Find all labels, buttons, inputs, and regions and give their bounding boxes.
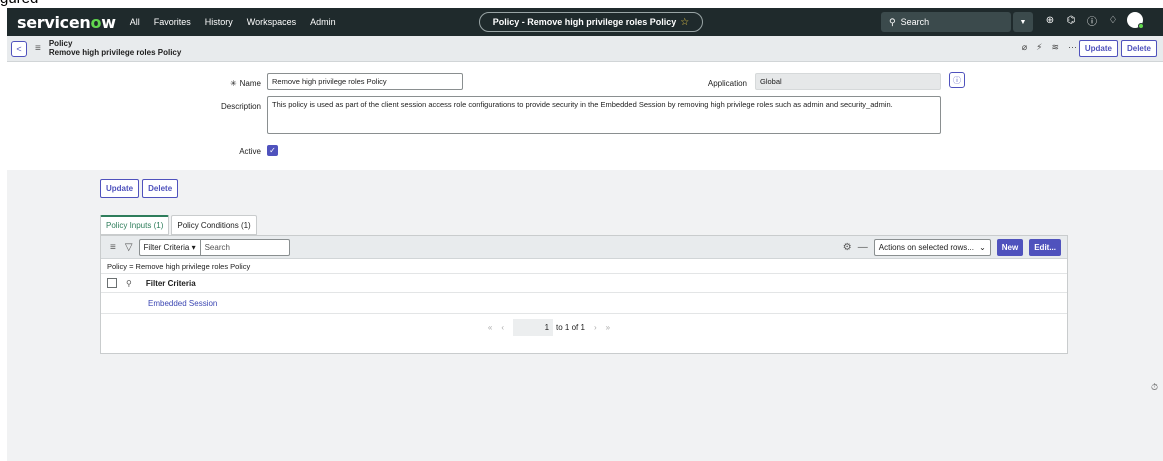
context-menu-icon[interactable]: ≡ (35, 43, 41, 54)
column-header-row: ⚲ Filter Criteria (101, 274, 1067, 293)
header-delete-button[interactable]: Delete (1120, 40, 1157, 57)
table-row: Embedded Session (101, 293, 1067, 314)
nav-links: All Favorites History Workspaces Admin (130, 17, 350, 27)
record-title: Remove high privilege roles Policy (48, 47, 182, 57)
list-breadcrumb[interactable]: Policy = Remove high privilege roles Pol… (101, 259, 1067, 274)
select-all-checkbox[interactable] (107, 278, 117, 288)
active-checkbox[interactable]: ✓ (267, 145, 278, 156)
header-icons: ⌀ ⚡ ≋ ··· (1022, 42, 1077, 53)
search-icon[interactable]: ⚲ (126, 279, 132, 288)
presence-dot (1138, 23, 1144, 29)
globe-icon[interactable]: ⊕ (1043, 15, 1057, 26)
form-header: < ≡ Policy Remove high privilege roles P… (7, 36, 1163, 62)
description-field[interactable]: This policy is used as part of the clien… (267, 96, 941, 134)
activity-icon[interactable]: ⚡ (1036, 42, 1042, 53)
chat-icon[interactable]: ⌬ (1064, 15, 1078, 26)
related-list-panel: ≡ ▽ Filter Criteria ▾ Search ⚙ — Actions… (100, 235, 1068, 354)
list-search-input[interactable]: Search (200, 238, 290, 256)
form-bottom-buttons: Update Delete (100, 179, 179, 198)
chevron-down-icon: ▾ (191, 242, 196, 252)
edit-button[interactable]: Edit... (1029, 239, 1061, 256)
cropped-top-text: gured (0, 0, 60, 8)
nav-link-favorites[interactable]: Favorites (154, 17, 191, 27)
row-link[interactable]: Embedded Session (148, 299, 217, 308)
gear-icon[interactable]: ⚙ (843, 242, 852, 253)
servicenow-logo[interactable]: servicenow (17, 13, 116, 32)
nav-link-workspaces[interactable]: Workspaces (247, 17, 296, 27)
prev-page-icon[interactable]: ‹ (501, 323, 504, 332)
tab-policy-inputs[interactable]: Policy Inputs (1) (100, 215, 170, 235)
next-page-icon[interactable]: › (594, 323, 597, 332)
star-icon[interactable]: ☆ (680, 17, 689, 28)
active-label: Active (239, 147, 261, 156)
top-navbar: servicenow All Favorites History Workspa… (7, 8, 1163, 36)
pagination: « ‹ 1 to 1 of 1 › » (101, 314, 1067, 340)
update-button[interactable]: Update (100, 179, 140, 198)
settings-sliders-icon[interactable]: ≋ (1051, 42, 1059, 53)
nav-link-admin[interactable]: Admin (310, 17, 336, 27)
list-toolbar-right: ⚙ — Actions on selected rows... ⌄ New Edi… (843, 239, 1061, 256)
new-button[interactable]: New (996, 239, 1024, 256)
search-placeholder: Search (900, 17, 930, 27)
search-scope-dropdown[interactable]: ▼ (1013, 12, 1033, 32)
collapse-icon[interactable]: — (858, 242, 868, 253)
nav-icons: ⊕ ⌬ ⓘ ♢ M (1043, 12, 1144, 29)
info-icon[interactable]: ⓘ (949, 72, 965, 88)
bell-icon[interactable]: ♢ (1106, 15, 1120, 26)
list-menu-icon[interactable]: ≡ (110, 242, 116, 253)
page-range-text: to 1 of 1 (556, 322, 585, 332)
paperclip-icon[interactable]: ⌀ (1022, 42, 1027, 53)
required-asterisk-icon: ✳ (229, 79, 237, 88)
description-label: Description (220, 102, 261, 111)
application-field[interactable]: Global (755, 73, 941, 90)
first-page-icon[interactable]: « (488, 323, 492, 332)
list-toolbar: ≡ ▽ Filter Criteria ▾ Search ⚙ — Actions… (101, 236, 1067, 259)
back-button[interactable]: < (11, 40, 27, 57)
filter-icon[interactable]: ▽ (125, 242, 133, 253)
last-page-icon[interactable]: » (606, 323, 610, 332)
avatar[interactable]: M (1127, 12, 1144, 29)
more-icon[interactable]: ··· (1068, 42, 1077, 53)
column-header-filter-criteria[interactable]: Filter Criteria (146, 279, 196, 288)
search-icon: ⚲ (889, 16, 896, 27)
context-title: Policy - Remove high privilege roles Pol… (492, 17, 677, 27)
header-buttons: Update Delete (1078, 40, 1157, 57)
page-number-input[interactable]: 1 (513, 318, 554, 336)
name-field[interactable]: Remove high privilege roles Policy (267, 73, 463, 90)
nav-link-all[interactable]: All (130, 17, 140, 27)
actions-select[interactable]: Actions on selected rows... ⌄ (873, 239, 991, 256)
global-search-input[interactable]: ⚲ Search (881, 12, 1011, 32)
related-section: Update Delete Policy Inputs (1) Policy C… (7, 170, 1163, 461)
context-title-pill[interactable]: Policy - Remove high privilege roles Pol… (479, 12, 703, 32)
application-label: Application (707, 79, 747, 88)
name-label: ✳ Name (229, 79, 261, 88)
chevron-down-icon: ⌄ (979, 243, 986, 252)
help-icon[interactable]: ⓘ (1085, 13, 1099, 28)
form-header-titles: Policy Remove high privilege roles Polic… (48, 39, 182, 58)
form-body: ✳ Name Remove high privilege roles Policy… (7, 63, 1163, 170)
delete-button[interactable]: Delete (142, 179, 179, 198)
response-time-icon[interactable]: ⏱ (1151, 382, 1158, 393)
related-list-tabs: Policy Inputs (1) Policy Conditions (1) (100, 215, 259, 235)
filter-field-select[interactable]: Filter Criteria ▾ (138, 238, 201, 256)
tab-policy-conditions[interactable]: Policy Conditions (1) (171, 215, 257, 235)
nav-link-history[interactable]: History (205, 17, 233, 27)
header-update-button[interactable]: Update (1078, 40, 1118, 57)
